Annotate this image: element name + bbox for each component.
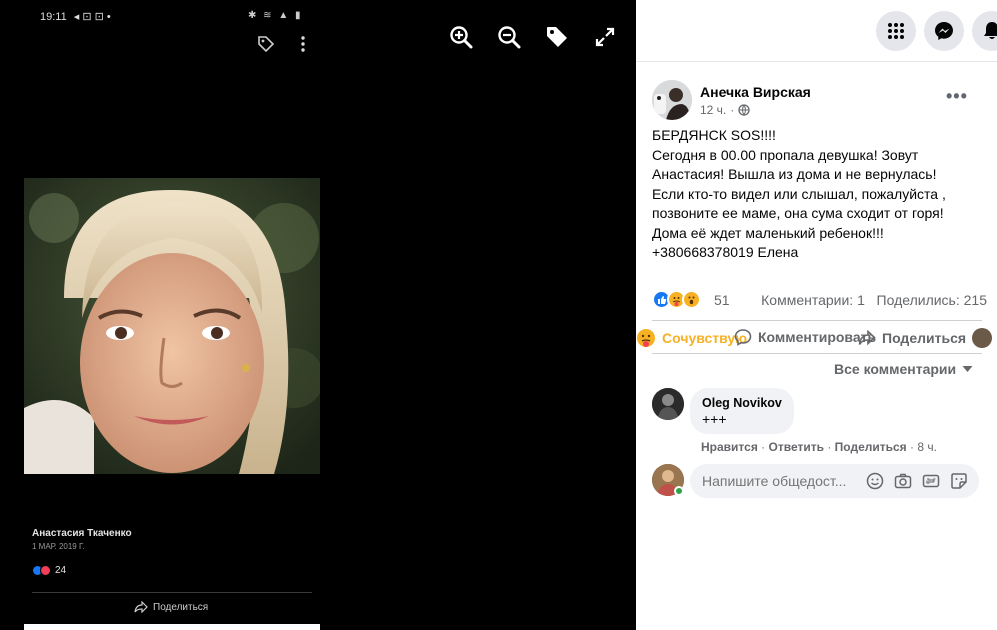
post-text-line: БЕРДЯНСК SOS!!!! <box>652 127 776 143</box>
reaction-icons[interactable] <box>652 290 701 309</box>
phone-status-bar: 19:11 ◂ ⊡ ⊡ • <box>40 10 111 23</box>
divider <box>652 353 982 354</box>
post-text-line: Сегодня в 00.00 пропала девушка! Зовут <box>652 146 919 163</box>
author-meta: Анечка Вирская 12 ч. · <box>700 84 811 117</box>
image-post-author: Анастасия Ткаченко <box>32 528 132 539</box>
public-globe-icon <box>738 103 750 116</box>
reaction-count[interactable]: 51 <box>714 292 730 308</box>
post-text: БЕРДЯНСК SOS!!!! Сегодня в 00.00 пропала… <box>652 126 982 263</box>
comment-time[interactable]: 8 ч. <box>917 440 937 454</box>
image-post-date: 1 МАР. 2019 Г. <box>32 542 85 551</box>
care-button[interactable]: Сочувствую <box>636 328 747 348</box>
notifications-button[interactable] <box>972 11 997 51</box>
separator-dot: · <box>827 440 835 454</box>
share-label: Поделиться <box>882 330 967 346</box>
comment-text: +++ <box>702 411 727 427</box>
comment-icon <box>734 329 752 346</box>
comment-reply-button[interactable]: Ответить <box>769 440 824 454</box>
phone-time: 19:11 <box>40 11 67 23</box>
camera-icon[interactable] <box>894 472 912 490</box>
post-header: Анечка Вирская 12 ч. · <box>652 80 811 120</box>
post-text-line: +380668378019 Елена <box>652 244 799 260</box>
care-icon <box>637 329 655 347</box>
zoom-out-icon[interactable] <box>496 24 522 50</box>
divider <box>32 592 312 593</box>
post-text-line: позвоните ее маме, она сума сходит от го… <box>652 205 944 221</box>
comments-count[interactable]: Комментарии: 1 <box>761 292 865 308</box>
post-stats: Комментарии: 1 Поделились: 215 <box>761 292 987 308</box>
share-button[interactable]: Поделиться <box>858 328 993 348</box>
share-audience-avatar[interactable] <box>972 328 993 348</box>
shares-count[interactable]: Поделились: 215 <box>877 292 987 308</box>
image-post-reactions: 24 <box>32 565 66 576</box>
menu-grid-button[interactable] <box>876 11 916 51</box>
love-reaction-icon <box>40 565 51 576</box>
phone-status-icons: ◂ ⊡ ⊡ • <box>73 11 111 23</box>
phone-tag-icon <box>256 34 276 59</box>
commenter-avatar[interactable] <box>652 388 684 420</box>
tag-photo-icon[interactable] <box>544 24 570 50</box>
reactions-summary: 51 Комментарии: 1 Поделились: 215 <box>652 290 987 310</box>
comment-filter-label: Все комментарии <box>834 361 957 377</box>
grid-icon <box>888 23 904 39</box>
sticker-icon[interactable] <box>950 472 968 490</box>
comment-actions: Нравится · Ответить · Поделиться · 8 ч. <box>701 440 937 454</box>
gif-icon[interactable] <box>922 472 940 490</box>
comment-share-button[interactable]: Поделиться <box>835 440 907 454</box>
zoom-in-icon[interactable] <box>448 24 474 50</box>
caret-down-icon <box>962 366 973 372</box>
post-time[interactable]: 12 ч. <box>700 103 726 117</box>
divider <box>652 320 982 321</box>
messenger-button[interactable] <box>924 11 964 51</box>
share-icon <box>858 330 876 346</box>
photo-viewer-page: 19:11 ◂ ⊡ ⊡ • ✱ ≋ ▲ ▮ Анастасия Ткаченко… <box>0 0 997 630</box>
post-text-line: Анастасия! Вышла из дома и не вернулась! <box>652 166 937 182</box>
image-post-share-label: Поделиться <box>153 601 209 613</box>
image-post-bottom-edge <box>24 624 320 630</box>
online-status-dot <box>674 486 684 496</box>
post-actions: Сочувствую Комментировать Поделиться <box>636 326 997 350</box>
fullscreen-icon[interactable] <box>592 24 618 50</box>
post-photo[interactable] <box>24 178 320 474</box>
post-timestamp: 12 ч. · <box>700 103 811 117</box>
comment-input-box[interactable] <box>690 464 979 498</box>
composer-tools <box>866 472 968 490</box>
post-more-button[interactable]: ••• <box>946 86 968 107</box>
comment-button[interactable]: Комментировать <box>734 328 876 346</box>
separator-dot: · <box>730 102 735 117</box>
phone-system-icons: ✱ ≋ ▲ ▮ <box>248 10 303 21</box>
commenter-name[interactable]: Oleg Novikov <box>702 396 782 410</box>
comment-filter-dropdown[interactable]: Все комментарии <box>834 361 973 377</box>
post-text-line: Если кто-то видел или слышал, пожалуйста… <box>652 185 946 202</box>
share-arrow-icon <box>134 601 148 613</box>
top-bar <box>636 0 997 62</box>
phone-more-icon <box>300 36 306 57</box>
comment-input[interactable] <box>702 473 852 489</box>
author-avatar[interactable] <box>652 80 692 120</box>
wow-reaction-icon <box>682 290 701 309</box>
messenger-icon <box>935 22 953 40</box>
post-text-line: Дома её ждет маленький ребенок!!! <box>652 224 884 241</box>
bell-icon <box>984 22 997 39</box>
separator-dot: · <box>761 440 769 454</box>
emoji-icon[interactable] <box>866 472 884 490</box>
photo-viewer: 19:11 ◂ ⊡ ⊡ • ✱ ≋ ▲ ▮ Анастасия Ткаченко… <box>0 0 636 630</box>
comment-like-button[interactable]: Нравится <box>701 440 758 454</box>
comment-bubble: Oleg Novikov +++ <box>690 388 794 434</box>
image-post-share-button: Поделиться <box>134 601 208 613</box>
image-post-reaction-count: 24 <box>55 565 67 576</box>
post-panel: Анечка Вирская 12 ч. · ••• БЕРДЯНСК SOS!… <box>636 0 997 630</box>
post-author-name[interactable]: Анечка Вирская <box>700 84 811 100</box>
